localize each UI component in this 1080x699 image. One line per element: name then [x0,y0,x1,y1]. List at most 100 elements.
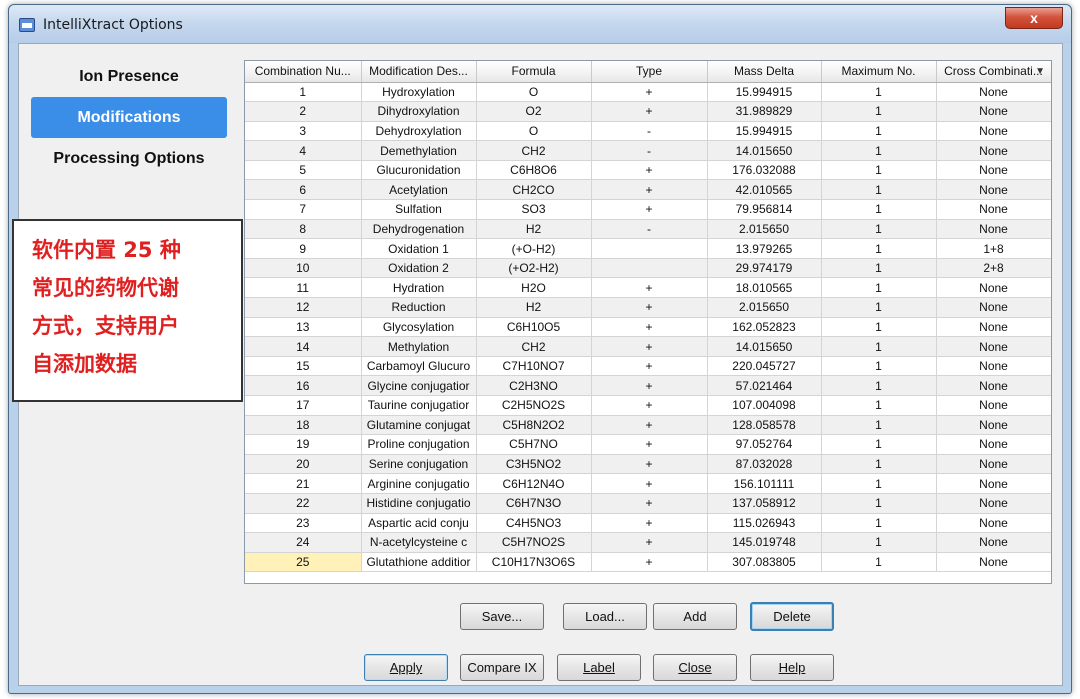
table-cell[interactable] [591,258,708,279]
table-cell[interactable]: + [591,552,708,573]
table-cell[interactable]: 13.979265 [707,238,822,259]
apply-button[interactable]: Apply [364,654,448,681]
table-cell[interactable]: + [591,454,708,475]
table-cell[interactable]: 1 [821,82,937,103]
nav-item-ion-presence[interactable]: Ion Presence [31,56,227,97]
table-cell[interactable]: 14.015650 [707,140,822,161]
table-row[interactable]: 16 Glycine conjugatior C2H3NO +57.021464 1 No… [245,375,1051,396]
table-cell[interactable]: 1 [821,532,937,553]
table-cell[interactable]: 1 [821,140,937,161]
table-cell[interactable]: 1 [821,277,937,299]
table-cell[interactable]: None [936,552,1051,573]
table-cell[interactable]: C4H5NO3 [476,513,592,534]
nav-item-modifications[interactable]: Modifications [31,97,227,138]
table-cell[interactable]: + [591,317,708,338]
table-cell[interactable]: 1 [821,375,937,396]
table-row[interactable]: 8 Dehydrogenation H2-2.015650 1 None [245,219,1051,240]
label-button[interactable]: Label [557,654,641,681]
table-cell[interactable]: 22 [245,493,362,514]
table-cell[interactable]: 10 [245,258,362,279]
table-cell[interactable]: Hydroxylation [361,82,477,103]
table-cell[interactable]: Glycine conjugatior [361,375,477,396]
load-button[interactable]: Load... [563,603,647,630]
table-cell[interactable]: 4 [245,140,362,161]
column-header[interactable]: Type [591,61,708,83]
title-bar[interactable]: IntelliXtract Options x [9,5,1071,43]
help-button[interactable]: Help [750,654,834,681]
table-cell[interactable]: 29.974179 [707,258,822,279]
table-cell[interactable]: Dehydroxylation [361,121,477,142]
table-cell[interactable]: 307.083805 [707,552,822,573]
table-cell[interactable]: 220.045727 [707,356,822,377]
table-cell[interactable]: 137.058912 [707,493,822,514]
table-row[interactable]: 22 Histidine conjugatio C6H7N3O +137.058912… [245,493,1051,514]
table-cell[interactable]: 1 [821,179,937,201]
column-header[interactable]: Cross Combinati... [936,61,1051,83]
table-cell[interactable]: 2.015650 [707,219,822,240]
table-cell[interactable]: Glucuronidation [361,160,477,181]
table-cell[interactable]: 19 [245,434,362,455]
table-cell[interactable]: 2+8 [936,258,1051,279]
table-cell[interactable]: C5H7NO2S [476,532,592,553]
save-button[interactable]: Save... [460,603,544,630]
table-cell[interactable]: Arginine conjugatio [361,473,477,494]
table-cell[interactable]: 3 [245,121,362,142]
table-cell[interactable]: Glycosylation [361,317,477,338]
table-cell[interactable]: C3H5NO2 [476,454,592,475]
table-cell[interactable]: C5H8N2O2 [476,415,592,436]
table-cell[interactable]: None [936,395,1051,416]
table-cell[interactable]: 14.015650 [707,336,822,357]
table-cell[interactable]: + [591,473,708,494]
table-row[interactable]: 23 Aspartic acid conju C4H5NO3 +115.026943 1… [245,513,1051,534]
table-cell[interactable]: C2H5NO2S [476,395,592,416]
table-cell[interactable]: O [476,121,592,142]
table-cell[interactable]: + [591,82,708,103]
add-button[interactable]: Add [653,603,737,630]
table-cell[interactable]: 25 [245,552,362,573]
table-cell[interactable]: None [936,179,1051,201]
table-cell[interactable]: 1 [821,434,937,455]
table-cell[interactable]: C10H17N3O6S [476,552,592,573]
table-cell[interactable]: None [936,434,1051,455]
table-cell[interactable]: H2 [476,297,592,318]
table-cell[interactable]: - [591,121,708,142]
table-cell[interactable]: None [936,375,1051,396]
close-button[interactable]: Close [653,654,737,681]
table-cell[interactable]: 24 [245,532,362,553]
table-cell[interactable]: None [936,277,1051,299]
table-cell[interactable]: 1 [821,219,937,240]
column-header[interactable]: Combination Nu... [245,61,362,83]
table-cell[interactable]: 1 [821,160,937,181]
table-cell[interactable]: Dehydrogenation [361,219,477,240]
table-cell[interactable]: 107.004098 [707,395,822,416]
table-cell[interactable]: None [936,219,1051,240]
table-cell[interactable]: Reduction [361,297,477,318]
table-cell[interactable]: None [936,532,1051,553]
table-cell[interactable]: (+O-H2) [476,238,592,259]
table-cell[interactable]: 5 [245,160,362,181]
table-cell[interactable]: 162.052823 [707,317,822,338]
table-cell[interactable]: Carbamoyl Glucuro [361,356,477,377]
table-cell[interactable]: SO3 [476,199,592,220]
table-cell[interactable]: Glutamine conjugat [361,415,477,436]
table-cell[interactable]: None [936,82,1051,103]
table-cell[interactable]: 176.032088 [707,160,822,181]
column-menu-icon[interactable]: ▼ [1035,66,1045,77]
table-cell[interactable]: 2 [245,101,362,122]
table-cell[interactable]: Histidine conjugatio [361,493,477,514]
table-row[interactable]: 2 Dihydroxylation O2 +31.989829 1 None [245,101,1051,122]
table-cell[interactable]: C6H10O5 [476,317,592,338]
table-cell[interactable]: - [591,219,708,240]
table-cell[interactable]: None [936,101,1051,122]
table-row[interactable]: 21 Arginine conjugatio C6H12N4O +156.101111… [245,473,1051,494]
table-cell[interactable] [591,238,708,259]
table-cell[interactable]: + [591,493,708,514]
table-cell[interactable]: 18 [245,415,362,436]
table-row[interactable]: 9 Oxidation 1 (+O-H2) 13.979265 1 1+8 [245,238,1051,259]
table-cell[interactable]: 1+8 [936,238,1051,259]
table-cell[interactable]: 1 [821,258,937,279]
column-header[interactable]: Mass Delta [707,61,822,83]
table-row[interactable]: 25 Glutathione additior C10H17N3O6S +307.08… [245,552,1051,573]
table-cell[interactable]: 1 [821,395,937,416]
table-cell[interactable]: 14 [245,336,362,357]
